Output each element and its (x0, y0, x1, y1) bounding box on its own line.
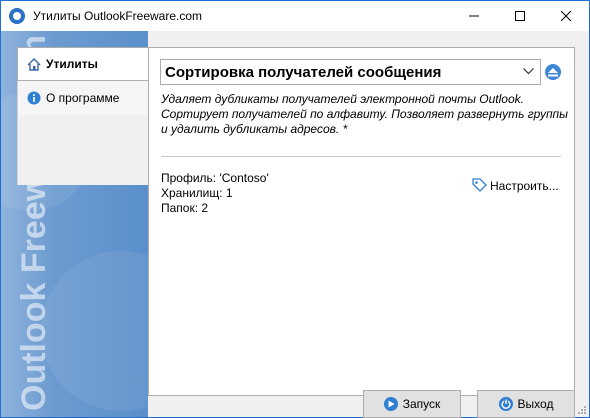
eject-icon (548, 67, 558, 76)
folders-line: Папок: 2 (161, 201, 209, 215)
tab-list: Утилиты О программе (17, 47, 149, 185)
info-icon (26, 90, 42, 106)
resize-grip-icon[interactable] (577, 405, 587, 415)
exit-button[interactable]: Выход (477, 390, 575, 418)
configure-label: Настроить... (490, 178, 559, 193)
window-controls (451, 1, 589, 31)
tab-about-label: О программе (46, 91, 120, 105)
maximize-icon (515, 11, 525, 21)
exit-label: Выход (517, 397, 554, 411)
tab-utilities-label: Утилиты (46, 57, 98, 71)
app-window: Утилиты OutlookFreeware.com Outlook Free… (0, 0, 590, 418)
tab-about[interactable]: О программе (17, 81, 149, 115)
tab-utilities[interactable]: Утилиты (17, 47, 149, 81)
eject-button[interactable] (545, 64, 561, 80)
divider (161, 156, 561, 157)
stores-line: Хранилищ: 1 (161, 186, 233, 200)
configure-link[interactable]: Настроить... (472, 178, 559, 193)
tag-icon (472, 178, 487, 193)
profile-line: Профиль: 'Contoso' (161, 171, 269, 185)
minimize-icon (469, 15, 479, 17)
maximize-button[interactable] (497, 1, 543, 31)
utility-description: Удаляет дубликаты получателей электронно… (161, 92, 568, 136)
play-icon (383, 397, 398, 411)
utility-select[interactable]: Сортировка получателей сообщения (160, 59, 541, 85)
utility-panel: Сортировка получателей сообщения Удаляет… (148, 47, 575, 396)
close-icon (561, 11, 571, 21)
run-button[interactable]: Запуск (363, 390, 461, 418)
chevron-down-icon (523, 68, 534, 75)
window-title: Утилиты OutlookFreeware.com (33, 9, 203, 23)
home-icon (26, 56, 42, 72)
info-block: Профиль: 'Contoso' Хранилищ: 1 Папок: 2 (161, 171, 269, 216)
app-icon (9, 8, 25, 24)
power-icon (498, 397, 513, 411)
title-bar[interactable]: Утилиты OutlookFreeware.com (1, 1, 589, 31)
utility-select-value: Сортировка получателей сообщения (165, 63, 442, 81)
client-area: Outlook Freeware .com Утилиты О программ… (1, 31, 589, 418)
tab-spacer (17, 115, 149, 185)
minimize-button[interactable] (451, 1, 497, 31)
close-button[interactable] (543, 1, 589, 31)
run-label: Запуск (402, 397, 441, 411)
